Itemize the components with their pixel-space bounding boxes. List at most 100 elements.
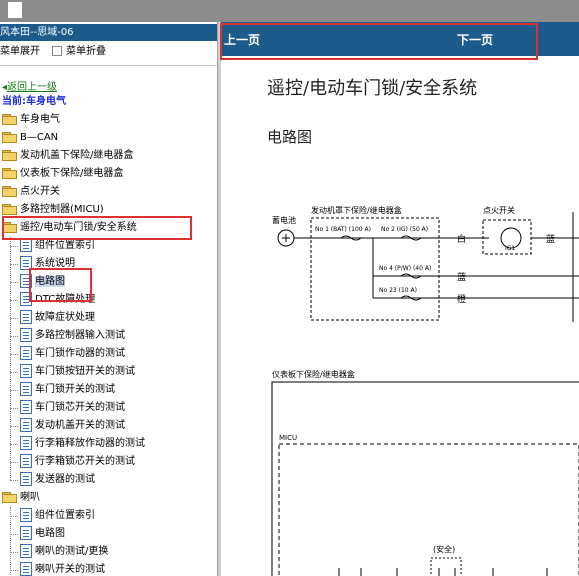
tree-item-page[interactable]: 发动机盖开关的测试: [10, 417, 125, 435]
tree-item-page[interactable]: 组件位置索引: [10, 507, 95, 525]
page-icon: [20, 562, 32, 576]
wire-blue-2-label: 蓝: [457, 271, 466, 283]
expand-menu-option[interactable]: 菜单展开: [0, 46, 40, 57]
tree-item-page[interactable]: 喇叭开关的测试: [10, 561, 105, 576]
page-icon: [20, 508, 32, 522]
page-icon: [20, 328, 32, 342]
wire-orange-label: 橙: [457, 293, 466, 305]
ignition-switch-label: 点火开关: [483, 205, 515, 215]
tree-folder[interactable]: 发动机盖下保险/继电器盒: [2, 147, 133, 165]
app-title-bar: [0, 0, 579, 22]
page-icon: [20, 418, 32, 432]
page-icon: [20, 544, 32, 558]
tree-item-page[interactable]: 发送器的测试: [10, 471, 95, 489]
wire-blue-label: 蓝: [546, 233, 555, 245]
content-pane: 上一页 下一页 遥控/电动车门锁/安全系统 电路图 蓄电池 发动机罩下保险/继电…: [221, 22, 579, 576]
tree-item-label: 多路控制器(MICU): [20, 204, 104, 215]
tree-item-page[interactable]: 电路图: [10, 525, 65, 543]
tree-panel-title: 风本田--思域-06: [0, 24, 217, 41]
tree-item-page[interactable]: 车门锁芯开关的测试: [10, 399, 125, 417]
fuse-4-label: No 4 (P/W) (40 A): [379, 265, 431, 272]
page-icon: [20, 400, 32, 414]
tree-folder[interactable]: 点火开关: [2, 183, 60, 201]
tree-item-label: 车门锁芯开关的测试: [35, 402, 125, 413]
tree-item-page[interactable]: 多路控制器输入测试: [10, 327, 125, 345]
tree-connector: [10, 552, 18, 553]
highlight-folder-box: [2, 216, 192, 240]
app-logo: [8, 2, 22, 18]
tree-item-label: 车身电气: [20, 114, 60, 125]
current-location-label: 当前:车身电气: [2, 96, 66, 107]
tree-connector: [10, 282, 18, 283]
tree-connector: [10, 318, 18, 319]
tree-item-label: 发动机盖开关的测试: [35, 420, 125, 431]
tree-connector: [10, 534, 18, 535]
tree-item-label: 组件位置索引: [35, 240, 95, 251]
tree-connector: [10, 426, 18, 427]
tree-item-label: 发送器的测试: [35, 474, 95, 485]
tree-item-label: 故障症状处理: [35, 312, 95, 323]
tree-item-label: 发动机盖下保险/继电器盒: [20, 150, 134, 161]
tree-connector: [10, 408, 18, 409]
folder-icon: [2, 185, 17, 197]
folder-icon: [2, 131, 17, 143]
tree-connector: [10, 480, 18, 481]
page-icon: [20, 472, 32, 486]
battery-label: 蓄电池: [272, 215, 296, 225]
tree-item-label: 车门锁按钮开关的测试: [35, 366, 135, 377]
page-icon: [20, 310, 32, 324]
divider: [0, 65, 217, 66]
tree-item-label: 组件位置索引: [35, 510, 95, 521]
fuse-23-label: No 23 (10 A): [379, 287, 417, 294]
tree-item-label: 多路控制器输入测试: [35, 330, 125, 341]
tree-connector: [10, 390, 18, 391]
tree-item-page[interactable]: 喇叭的测试/更换: [10, 543, 108, 561]
tree-item-label: 行李箱释放作动器的测试: [35, 438, 145, 449]
tree-connector: [10, 246, 18, 247]
tree-item-page[interactable]: 车门锁按钮开关的测试: [10, 363, 135, 381]
ig1-label: IG1: [505, 245, 515, 252]
tree-folder[interactable]: 车身电气: [2, 111, 60, 129]
page-icon: [20, 436, 32, 450]
tree-connector: [10, 462, 18, 463]
micu-box: [278, 443, 579, 576]
tree-folder-open[interactable]: 喇叭: [2, 489, 40, 507]
folder-icon: [2, 203, 17, 215]
tree-item-label: 车门锁开关的测试: [35, 384, 115, 395]
micu-label: MICU: [279, 434, 297, 442]
tree-item-page[interactable]: 行李箱锁芯开关的测试: [10, 453, 135, 471]
dash-fuse-box: [271, 381, 579, 576]
tree-item-label: B—CAN: [20, 132, 59, 143]
tree-item-label: 电路图: [35, 528, 65, 539]
tree-connector: [10, 237, 11, 480]
fuse-1-label: No 1 (BAT) (100 A): [315, 226, 371, 233]
menu-options: 菜单展开 菜单折叠: [0, 44, 106, 60]
page-icon: [20, 526, 32, 540]
tree-connector: [10, 372, 18, 373]
collapse-menu-checkbox[interactable]: [52, 46, 62, 56]
page-icon: [20, 346, 32, 360]
tree-connector: [10, 507, 11, 576]
tree-folder[interactable]: 仪表板下保险/继电器盒: [2, 165, 123, 183]
collapse-menu-option[interactable]: 菜单折叠: [66, 46, 106, 57]
tree-item-label: 喇叭开关的测试: [35, 564, 105, 575]
tree-item-label: 点火开关: [20, 186, 60, 197]
highlight-nav-box: [220, 23, 538, 60]
page-icon: [20, 238, 32, 252]
page-icon: [20, 364, 32, 378]
tree-connector: [10, 300, 18, 301]
tree-item-page[interactable]: 车门锁作动器的测试: [10, 345, 125, 363]
tree-item-label: 车门锁作动器的测试: [35, 348, 125, 359]
page-icon: [20, 382, 32, 396]
tree-item-page[interactable]: 行李箱释放作动器的测试: [10, 435, 145, 453]
wire-white-label: 白: [457, 233, 466, 245]
folder-icon: [2, 113, 17, 125]
fuse-2-label: No 2 (IG) (50 A): [381, 226, 428, 233]
tree-item-label: 喇叭: [20, 492, 40, 503]
page-icon: [20, 454, 32, 468]
tree-folder[interactable]: B—CAN: [2, 129, 58, 147]
open-folder-icon: [2, 491, 17, 503]
tree-item-page[interactable]: 故障症状处理: [10, 309, 95, 327]
tree-item-page[interactable]: 车门锁开关的测试: [10, 381, 115, 399]
circuit-diagram: 蓄电池 发动机罩下保险/继电器盒 No 1 (BAT) (100 A) No 2…: [271, 205, 579, 576]
